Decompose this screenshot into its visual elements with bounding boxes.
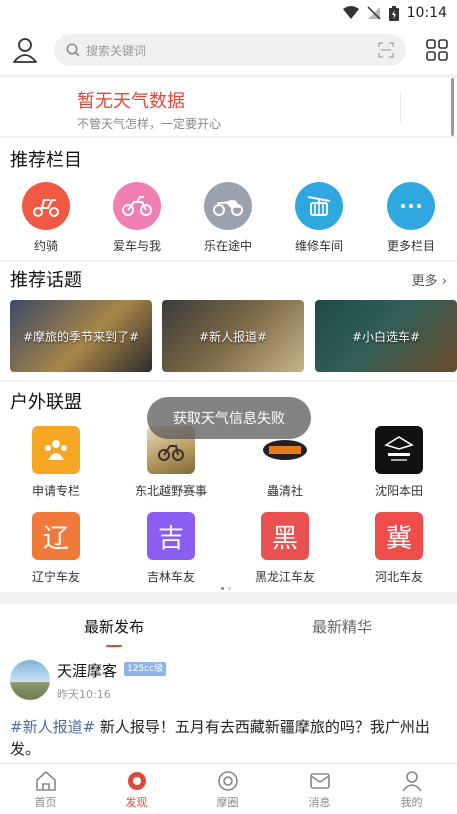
search-input[interactable]: 搜索关键词 xyxy=(54,34,406,66)
nav-discover[interactable]: 发现 xyxy=(91,770,182,810)
column-item-repair[interactable]: 维修车间 xyxy=(284,182,354,254)
level-badge: 125cc级 xyxy=(124,662,167,676)
topic-tag: #摩旅的季节来到了# xyxy=(22,330,140,344)
wifi-icon xyxy=(342,6,359,19)
dirtbike-icon xyxy=(113,182,161,230)
topic-card-season[interactable]: #摩旅的季节来到了# xyxy=(10,300,152,372)
column-label: 维修车间 xyxy=(294,239,343,253)
cable-car-icon xyxy=(295,182,343,230)
column-item-on-road[interactable]: 乐在途中 xyxy=(193,182,263,254)
honda-logo xyxy=(375,426,423,474)
tab-latest[interactable]: 最新发布 xyxy=(0,616,228,647)
hebei-logo: 冀 xyxy=(375,512,423,560)
nav-label: 消息 xyxy=(308,796,331,809)
topic-tag: #新人报道# xyxy=(198,330,268,344)
post-time: 昨天10:16 xyxy=(57,688,111,701)
tab-featured[interactable]: 最新精华 xyxy=(228,616,456,637)
alliance-label: 吉林车友 xyxy=(146,570,195,584)
alliance-item-apply[interactable]: 申请专栏 xyxy=(11,426,101,499)
liaoning-logo: 辽 xyxy=(32,512,80,560)
recommended-columns: 推荐栏目 约骑 爱车与我 乐在途中 维修车间 更多栏目 xyxy=(0,138,457,260)
alliance-label: 河北车友 xyxy=(374,570,423,584)
clock: 10:14 xyxy=(406,5,447,21)
more-label: 更多 xyxy=(411,274,438,289)
post-body[interactable]: #新人报道# 新人报导！五月有去西藏新疆摩旅的吗？我广州出发。 xyxy=(10,716,447,760)
post-author[interactable]: 天涯摩客 xyxy=(57,660,117,681)
alliance-label: 申请专栏 xyxy=(31,484,80,498)
bottom-nav: 首页 发现 摩圈 消息 我的 xyxy=(0,763,457,814)
search-icon xyxy=(66,43,80,57)
chevron-right-icon: › xyxy=(441,274,447,289)
toast-message: 获取天气信息失败 xyxy=(147,397,311,439)
nav-home[interactable]: 首页 xyxy=(0,770,91,810)
nav-label: 发现 xyxy=(125,796,148,809)
motorcycle-icon xyxy=(204,182,252,230)
topic-card-newbie[interactable]: #新人报道# xyxy=(162,300,304,372)
column-label: 约骑 xyxy=(33,239,58,253)
alliance-label: 辽宁车友 xyxy=(31,570,80,584)
page-dot xyxy=(228,587,231,590)
nav-circle[interactable]: 摩圈 xyxy=(182,770,273,810)
scrollbar[interactable] xyxy=(451,78,454,136)
home-icon xyxy=(35,771,56,791)
alliance-label: 蟲清社 xyxy=(266,484,303,498)
message-icon xyxy=(309,773,330,789)
column-item-love-car[interactable]: 爱车与我 xyxy=(102,182,172,254)
alliance-label: 沈阳本田 xyxy=(374,484,423,498)
weather-card[interactable]: 暂无天气数据 不管天气怎样，一定要开心 xyxy=(0,78,457,136)
column-item-more[interactable]: 更多栏目 xyxy=(376,182,446,254)
app-screen: 10:14 搜索关键词 暂无天气数据 不管天气怎样，一定要开心 推荐栏目 约骑 … xyxy=(0,0,457,814)
profile-icon xyxy=(401,771,422,792)
alliance-item-heilongjiang[interactable]: 黑 黑龙江车友 xyxy=(240,512,330,585)
alliance-item-shenyang-honda[interactable]: 沈阳本田 xyxy=(354,426,444,499)
battery-icon xyxy=(388,5,399,21)
topic-card-choose-bike[interactable]: #小白选车# xyxy=(315,300,457,372)
group-icon xyxy=(32,426,80,474)
tab-label: 最新发布 xyxy=(83,618,144,636)
column-label: 更多栏目 xyxy=(386,239,435,253)
status-bar: 10:14 xyxy=(0,0,457,26)
no-signal-icon xyxy=(367,6,381,20)
category-grid-icon[interactable] xyxy=(426,39,448,61)
page-indicator xyxy=(221,587,231,590)
page-dot-active xyxy=(221,587,224,590)
weather-title: 暂无天气数据 xyxy=(77,91,185,112)
nav-label: 摩圈 xyxy=(216,796,239,809)
section-title: 推荐话题 xyxy=(10,270,82,291)
post-hashtag[interactable]: #新人报道# xyxy=(10,718,95,736)
alliance-item-hebei[interactable]: 冀 河北车友 xyxy=(354,512,444,585)
nav-messages[interactable]: 消息 xyxy=(274,770,365,810)
jilin-logo: 吉 xyxy=(147,512,195,560)
weather-subtitle: 不管天气怎样，一定要开心 xyxy=(77,117,222,131)
alliance-item-liaoning[interactable]: 辽 辽宁车友 xyxy=(11,512,101,585)
section-title: 户外联盟 xyxy=(10,392,82,413)
scooter-icon xyxy=(22,182,70,230)
column-item-yueqi[interactable]: 约骑 xyxy=(11,182,81,254)
nav-label: 我的 xyxy=(400,796,423,809)
recommended-topics: 推荐话题 更多 › #摩旅的季节来到了# #新人报道# #小白选车# xyxy=(0,262,457,380)
avatar[interactable] xyxy=(10,660,50,700)
top-bar: 搜索关键词 xyxy=(0,26,457,74)
alliance-label: 东北越野赛事 xyxy=(134,484,207,498)
heilongjiang-logo: 黑 xyxy=(261,512,309,560)
column-label: 乐在途中 xyxy=(203,239,252,253)
nav-profile[interactable]: 我的 xyxy=(366,770,457,810)
more-dots-icon xyxy=(387,182,435,230)
discover-icon xyxy=(127,772,146,790)
divider xyxy=(400,92,401,122)
feed: 最新发布 最新精华 天涯摩客 125cc级 昨天10:16 #新人报道# 新人报… xyxy=(0,604,457,762)
alliance-label: 黑龙江车友 xyxy=(254,570,315,584)
tab-label: 最新精华 xyxy=(311,618,372,636)
section-title: 推荐栏目 xyxy=(10,150,82,171)
topic-tag: #小白选车# xyxy=(351,330,421,344)
circle-icon xyxy=(217,771,238,791)
search-placeholder: 搜索关键词 xyxy=(86,43,147,58)
alliance-item-jilin[interactable]: 吉 吉林车友 xyxy=(126,512,216,585)
scan-icon[interactable] xyxy=(378,42,394,58)
more-topics-link[interactable]: 更多 › xyxy=(412,270,447,289)
nav-label: 首页 xyxy=(34,796,57,809)
user-profile-icon[interactable] xyxy=(12,36,38,64)
tab-indicator xyxy=(106,645,122,647)
column-label: 爱车与我 xyxy=(112,239,161,253)
